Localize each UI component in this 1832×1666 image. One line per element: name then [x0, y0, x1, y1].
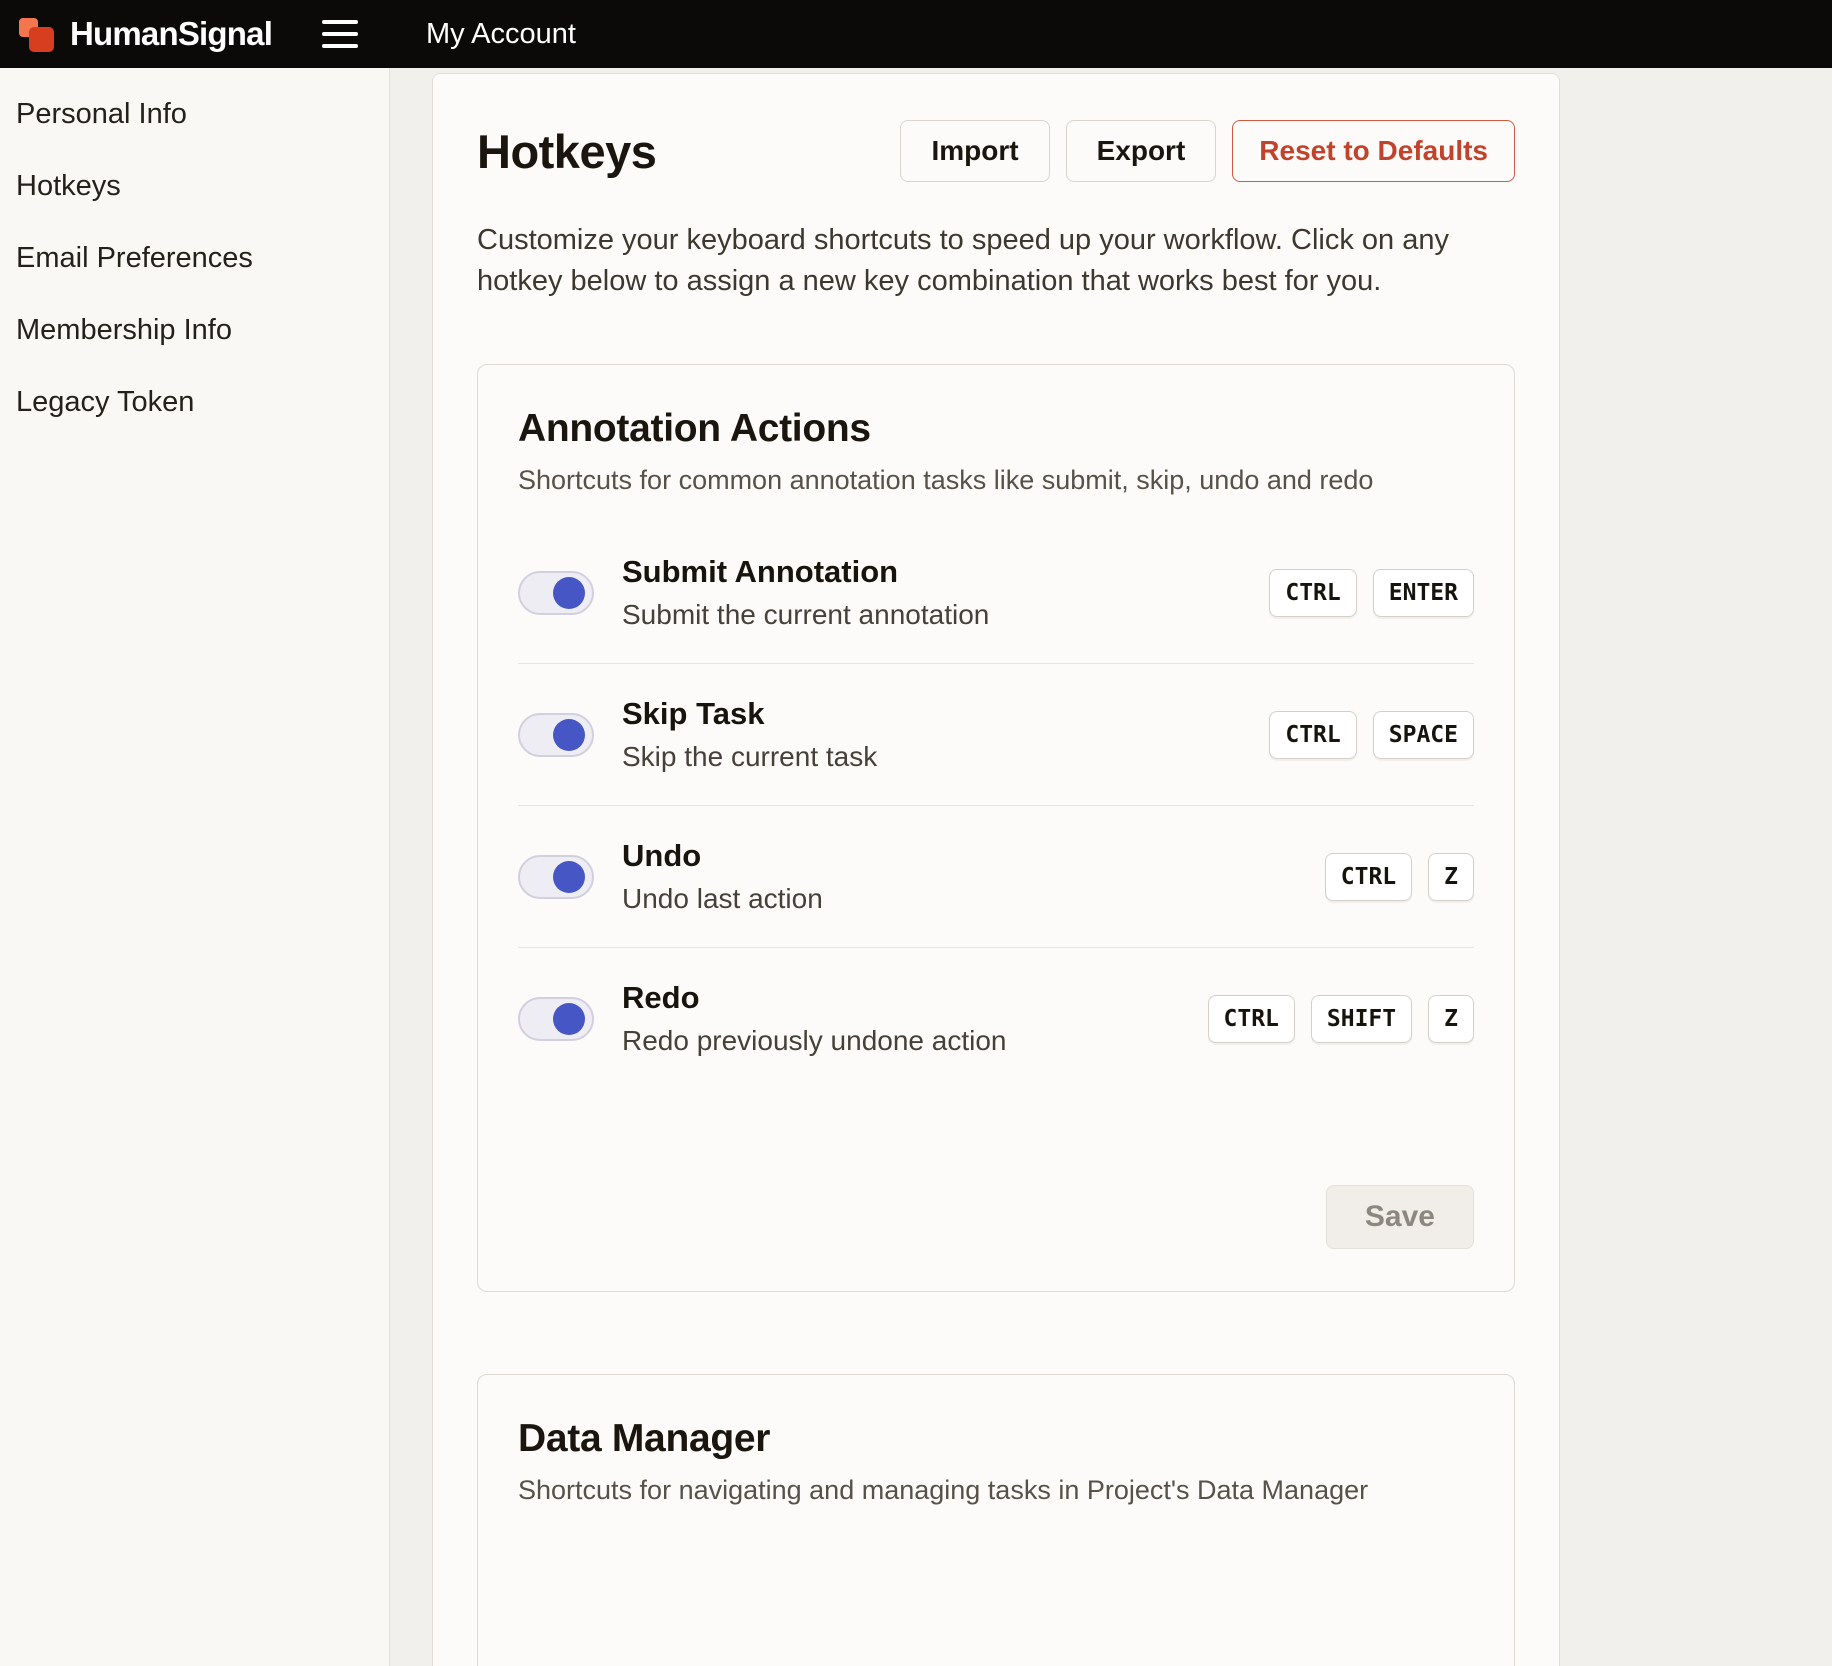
header-brand-area: HumanSignal: [0, 0, 390, 68]
hotkey-text: Skip Task Skip the current task: [622, 696, 877, 773]
key-badge[interactable]: CTRL: [1269, 569, 1356, 617]
toggle-knob: [553, 719, 585, 751]
sidebar: Personal InfoHotkeysEmail PreferencesMem…: [0, 68, 390, 1666]
section-annotation-actions: Annotation Actions Shortcuts for common …: [477, 364, 1515, 1292]
hotkey-keys: CTRL SHIFT Z: [1208, 995, 1475, 1043]
hotkeys-card: Hotkeys Import Export Reset to Defaults …: [432, 73, 1560, 1666]
hotkey-keys: CTRL Z: [1325, 853, 1474, 901]
brand-name: HumanSignal: [70, 15, 272, 53]
hotkey-toggle[interactable]: [518, 997, 594, 1041]
section-title: Annotation Actions: [518, 407, 1474, 451]
sidebar-item-personal-info[interactable]: Personal Info: [0, 78, 389, 150]
page-title: My Account: [426, 18, 576, 51]
hotkey-row: Skip Task Skip the current task CTRL SPACE: [518, 663, 1474, 805]
reset-to-defaults-button[interactable]: Reset to Defaults: [1232, 120, 1515, 182]
hotkeys-actions: Import Export Reset to Defaults: [900, 120, 1515, 182]
hotkey-row: Submit Annotation Submit the current anno…: [518, 522, 1474, 663]
hotkey-toggle[interactable]: [518, 571, 594, 615]
key-badge[interactable]: SHIFT: [1311, 995, 1412, 1043]
hotkey-text: Redo Redo previously undone action: [622, 980, 1006, 1057]
key-badge[interactable]: CTRL: [1269, 711, 1356, 759]
sidebar-item-hotkeys[interactable]: Hotkeys: [0, 150, 389, 222]
hotkey-row: Redo Redo previously undone action CTRL SHI…: [518, 947, 1474, 1089]
hotkeys-title: Hotkeys: [477, 124, 656, 179]
hotkey-label: Submit Annotation: [622, 554, 989, 590]
brand[interactable]: HumanSignal: [18, 14, 272, 54]
hotkey-description: Redo previously undone action: [622, 1025, 1006, 1057]
key-badge[interactable]: CTRL: [1325, 853, 1412, 901]
main-content: Hotkeys Import Export Reset to Defaults …: [390, 68, 1832, 1666]
toggle-knob: [553, 1003, 585, 1035]
export-button[interactable]: Export: [1066, 120, 1217, 182]
sidebar-menu: Personal InfoHotkeysEmail PreferencesMem…: [0, 78, 389, 438]
hotkey-toggle[interactable]: [518, 855, 594, 899]
key-badge[interactable]: Z: [1428, 995, 1474, 1043]
section-title: Data Manager: [518, 1417, 1474, 1461]
hotkey-description: Skip the current task: [622, 741, 877, 773]
toggle-knob: [553, 577, 585, 609]
top-header: HumanSignal My Account: [0, 0, 1832, 68]
sidebar-item-membership-info[interactable]: Membership Info: [0, 294, 389, 366]
section-subtitle: Shortcuts for navigating and managing ta…: [518, 1475, 1474, 1506]
sidebar-item-email-preferences[interactable]: Email Preferences: [0, 222, 389, 294]
hotkey-description: Submit the current annotation: [622, 599, 989, 631]
import-button[interactable]: Import: [900, 120, 1049, 182]
key-badge[interactable]: ENTER: [1373, 569, 1474, 617]
hotkey-text: Submit Annotation Submit the current anno…: [622, 554, 989, 631]
hotkey-description: Undo last action: [622, 883, 823, 915]
save-button[interactable]: Save: [1326, 1185, 1474, 1249]
hamburger-menu-icon[interactable]: [322, 16, 358, 52]
hotkey-label: Redo: [622, 980, 1006, 1016]
hotkey-label: Undo: [622, 838, 823, 874]
section-data-manager: Data Manager Shortcuts for navigating an…: [477, 1374, 1515, 1666]
hotkey-label: Skip Task: [622, 696, 877, 732]
hotkeys-card-header: Hotkeys Import Export Reset to Defaults: [477, 120, 1515, 182]
hotkey-text: Undo Undo last action: [622, 838, 823, 915]
hotkey-rows: Submit Annotation Submit the current anno…: [518, 522, 1474, 1089]
toggle-knob: [553, 861, 585, 893]
save-row: Save: [518, 1185, 1474, 1249]
hotkeys-description: Customize your keyboard shortcuts to spe…: [477, 220, 1512, 302]
hotkey-keys: CTRL SPACE: [1269, 711, 1474, 759]
key-badge[interactable]: SPACE: [1373, 711, 1474, 759]
section-subtitle: Shortcuts for common annotation tasks li…: [518, 465, 1474, 496]
hotkey-toggle[interactable]: [518, 713, 594, 757]
humansignal-logo-icon: [18, 14, 58, 54]
sidebar-item-legacy-token[interactable]: Legacy Token: [0, 366, 389, 438]
hotkey-keys: CTRL ENTER: [1269, 569, 1474, 617]
hotkey-row: Undo Undo last action CTRL Z: [518, 805, 1474, 947]
key-badge[interactable]: Z: [1428, 853, 1474, 901]
key-badge[interactable]: CTRL: [1208, 995, 1295, 1043]
